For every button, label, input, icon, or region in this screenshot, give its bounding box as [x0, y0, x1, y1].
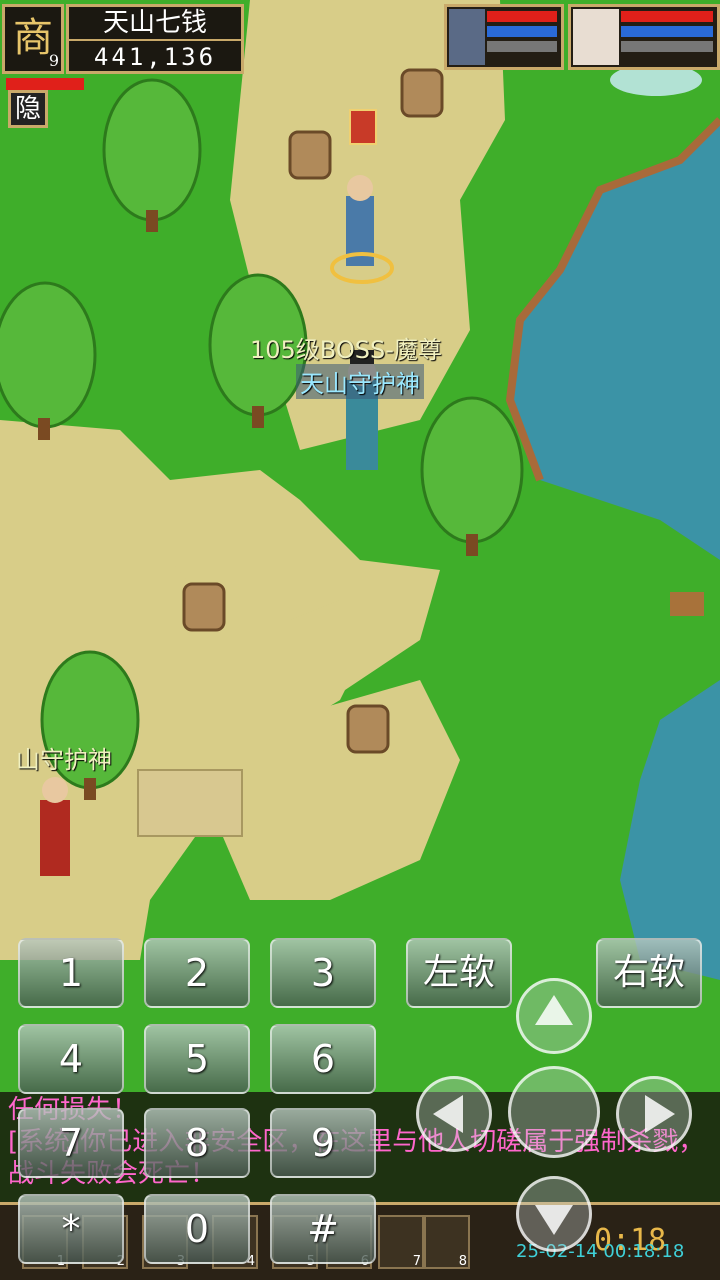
key-hash[interactable]: #: [270, 1194, 376, 1264]
key-5[interactable]: 5: [144, 1024, 250, 1094]
key-1[interactable]: 1: [18, 938, 124, 1008]
arrow-left-icon: [433, 1095, 463, 1133]
key-3[interactable]: 3: [270, 938, 376, 1008]
partner-portrait-icon: [573, 9, 619, 65]
partner-bars: [621, 11, 713, 56]
toolbar-slot[interactable]: 8: [424, 1215, 470, 1269]
dpad-center-button[interactable]: [508, 1066, 600, 1158]
player-portrait[interactable]: 商 9: [2, 4, 64, 74]
gold-amount: 441,136: [69, 39, 241, 73]
partner-exp-bar: [621, 41, 713, 52]
arrow-up-icon: [535, 995, 573, 1025]
pet-portrait-icon: [449, 9, 485, 65]
player-name: 天山七钱: [102, 8, 207, 38]
key-9[interactable]: 9: [270, 1108, 376, 1178]
pet-exp-bar: [487, 41, 557, 52]
garden-plot: [137, 769, 243, 837]
dpad-down-button[interactable]: [516, 1176, 592, 1252]
key-4[interactable]: 4: [18, 1024, 124, 1094]
partner-hp-bar: [621, 11, 713, 22]
key-6[interactable]: 6: [270, 1024, 376, 1094]
key-8[interactable]: 8: [144, 1108, 250, 1178]
partner-mp-bar: [621, 26, 713, 37]
key-star[interactable]: *: [18, 1194, 124, 1264]
toolbar-slot[interactable]: 7: [378, 1215, 424, 1269]
boss-name-label: 105级BOSS-魔尊: [250, 336, 442, 364]
key-7[interactable]: 7: [18, 1108, 124, 1178]
boss-guard-title-label: 天山守护神: [296, 364, 424, 399]
dpad-up-button[interactable]: [516, 978, 592, 1054]
portrait-glyph: 商: [13, 15, 53, 61]
left-soft-key[interactable]: 左软: [406, 938, 512, 1008]
right-soft-key[interactable]: 右软: [596, 938, 702, 1008]
arrow-right-icon: [645, 1095, 675, 1133]
pet-bars: [487, 11, 557, 56]
pet-mp-bar: [487, 26, 557, 37]
player-hp-bar: [6, 78, 84, 90]
dpad-left-button[interactable]: [416, 1076, 492, 1152]
npc-guard-title-label: 山守护神: [16, 746, 112, 774]
key-0[interactable]: 0: [144, 1194, 250, 1264]
player-info-panel: 天山七钱 441,136: [66, 4, 244, 74]
partner-status-frame[interactable]: [568, 4, 720, 70]
key-2[interactable]: 2: [144, 938, 250, 1008]
hide-button[interactable]: 隐: [8, 90, 48, 128]
banner-flag: [349, 109, 377, 145]
dpad-right-button[interactable]: [616, 1076, 692, 1152]
wooden-sign: [670, 592, 704, 616]
player-level: 9: [48, 51, 59, 70]
pet-hp-bar: [487, 11, 557, 22]
pet-status-frame[interactable]: [444, 4, 564, 70]
guardian-npc: [40, 777, 70, 876]
arrow-down-icon: [535, 1205, 573, 1235]
